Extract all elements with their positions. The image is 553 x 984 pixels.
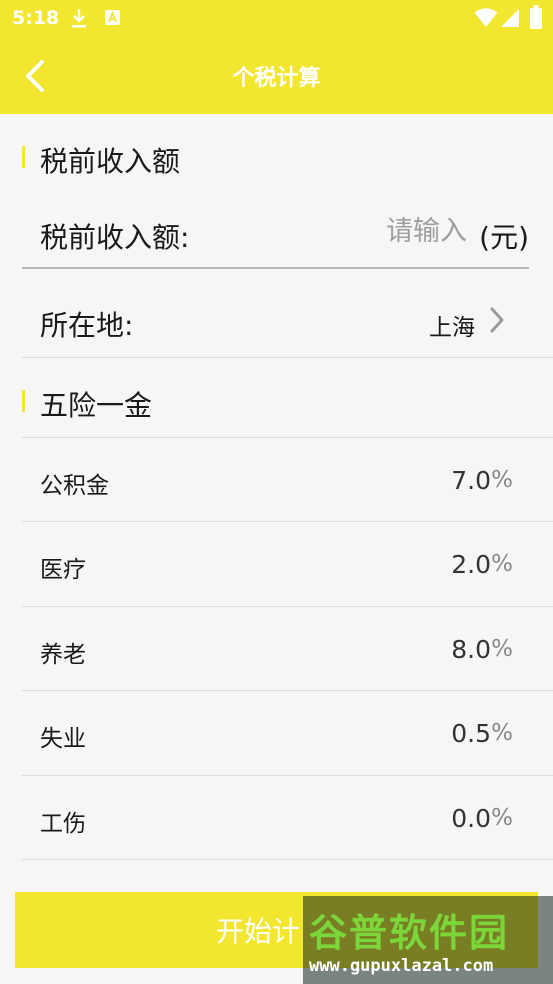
a-badge-icon xyxy=(105,10,120,25)
divider xyxy=(22,357,553,358)
battery-icon xyxy=(530,5,542,29)
page-title: 个税计算 xyxy=(232,66,321,91)
rate-row-housing-fund[interactable]: 公积金 7.0 % xyxy=(0,438,553,522)
title-bar: 个税计算 xyxy=(0,36,553,114)
insurance-section-header: 五险一金 xyxy=(0,372,553,432)
watermark-logo: 谷普软件园 www.gupuxlazal.com xyxy=(303,896,553,984)
rate-unit: % xyxy=(491,805,513,831)
rate-label: 工伤 xyxy=(40,811,86,837)
rate-row-injury[interactable]: 工伤 0.0 % xyxy=(0,776,553,860)
rate-unit: % xyxy=(491,551,513,577)
rate-value[interactable]: 0.5 xyxy=(451,719,491,748)
rate-row-pension[interactable]: 养老 8.0 % xyxy=(0,607,553,691)
rate-label: 养老 xyxy=(40,642,86,668)
chevron-right-icon xyxy=(490,307,504,333)
income-input-row[interactable]: 税前收入额: (元) xyxy=(0,196,553,276)
section-marker xyxy=(22,146,25,168)
wifi-icon xyxy=(474,8,498,27)
rate-label: 公积金 xyxy=(40,473,109,499)
download-icon xyxy=(72,9,86,28)
divider xyxy=(22,859,553,860)
income-input-underline xyxy=(22,267,529,269)
section-title-insurance: 五险一金 xyxy=(40,389,153,422)
rate-row-unemployment[interactable]: 失业 0.5 % xyxy=(0,691,553,775)
location-row[interactable]: 所在地: 上海 xyxy=(0,282,553,362)
status-bar: 5:18 xyxy=(0,0,553,36)
section-marker xyxy=(22,390,25,412)
location-value: 上海 xyxy=(429,315,475,341)
rate-label: 失业 xyxy=(40,726,86,752)
signal-icon xyxy=(501,9,519,27)
rate-unit: % xyxy=(491,636,513,662)
rate-row-medical[interactable]: 医疗 2.0 % xyxy=(0,522,553,606)
status-time: 5:18 xyxy=(12,7,60,29)
location-label: 所在地: xyxy=(40,309,134,342)
income-label: 税前收入额: xyxy=(40,221,190,254)
section-title-income: 税前收入额 xyxy=(40,145,181,178)
rate-label: 医疗 xyxy=(40,557,86,583)
income-unit-label: (元) xyxy=(479,221,529,254)
income-input[interactable] xyxy=(227,216,467,247)
rate-value[interactable]: 8.0 xyxy=(451,635,491,664)
rate-value[interactable]: 2.0 xyxy=(451,550,491,579)
income-section-header: 税前收入额 xyxy=(0,128,553,188)
rate-unit: % xyxy=(491,467,513,493)
rate-value[interactable]: 0.0 xyxy=(451,804,491,833)
rate-unit: % xyxy=(491,720,513,746)
watermark-url: www.gupuxlazal.com xyxy=(309,956,494,976)
watermark-title: 谷普软件园 xyxy=(309,911,510,955)
content-area: 税前收入额 税前收入额: (元) 所在地: 上海 五险一金 公积金 7.0 % … xyxy=(0,114,553,984)
rate-value[interactable]: 7.0 xyxy=(451,466,491,495)
